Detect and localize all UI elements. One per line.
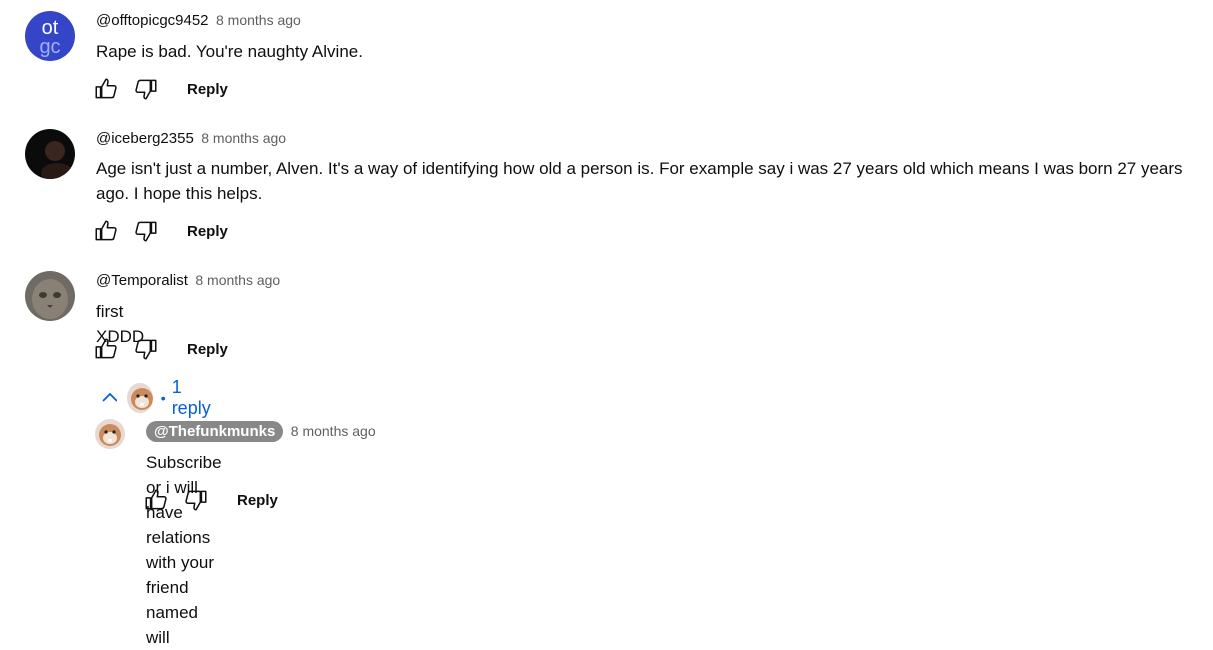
dislike-button[interactable] — [133, 73, 173, 105]
thumb-up-icon — [143, 487, 169, 513]
thumb-down-icon — [133, 336, 159, 362]
comment-header: @offtopicgc9452 8 months ago — [96, 12, 301, 30]
offtopicgc-avatar-logo: ot gc — [39, 17, 60, 58]
chipmunk-avatar-image — [131, 388, 153, 410]
channel-owner-author-chip[interactable]: @Thefunkmunks — [146, 421, 284, 442]
comment-actions: Reply — [93, 333, 228, 365]
thumb-down-icon — [183, 487, 209, 513]
comment-author[interactable]: @offtopicgc9452 — [96, 12, 209, 29]
reply-button[interactable]: Reply — [187, 341, 228, 358]
dislike-button[interactable] — [133, 215, 173, 247]
cat-avatar-image — [32, 279, 68, 319]
chevron-up-icon — [102, 392, 118, 402]
avatar[interactable] — [25, 129, 75, 179]
comment-author[interactable]: @iceberg2355 — [96, 130, 194, 147]
reply-button[interactable]: Reply — [187, 223, 228, 240]
comment-time[interactable]: 8 months ago — [216, 12, 301, 28]
comment-header: @Thefunkmunks 8 months ago — [146, 421, 376, 442]
replies-separator: • — [160, 390, 166, 406]
replies-toggle-button[interactable]: • 1 reply — [100, 377, 218, 419]
thumb-down-icon — [133, 76, 159, 102]
reply-button[interactable]: Reply — [187, 81, 228, 98]
reply-button[interactable]: Reply — [237, 492, 278, 509]
thumb-up-icon — [93, 76, 119, 102]
dislike-button[interactable] — [133, 333, 173, 365]
comment-time[interactable]: 8 months ago — [201, 130, 286, 146]
like-button[interactable] — [93, 215, 133, 247]
comment-time[interactable]: 8 months ago — [195, 272, 280, 288]
comment-author[interactable]: @Temporalist — [96, 272, 188, 289]
thumb-up-icon — [93, 218, 119, 244]
avatar[interactable] — [95, 419, 125, 449]
replies-count[interactable]: 1 reply — [172, 377, 218, 419]
dislike-button[interactable] — [183, 484, 223, 516]
comment-actions: Reply — [93, 73, 228, 105]
comment-text: Age isn't just a number, Alven. It's a w… — [96, 159, 1183, 203]
comment-header: @iceberg2355 8 months ago — [96, 130, 286, 148]
chipmunk-avatar-image — [99, 424, 121, 446]
comment-text: Subscribe or i will have relations with … — [146, 453, 222, 647]
comment-actions: Reply — [143, 484, 278, 516]
comment-time[interactable]: 8 months ago — [291, 423, 376, 439]
avatar[interactable] — [25, 271, 75, 321]
like-button[interactable] — [93, 333, 133, 365]
comment-header: @Temporalist 8 months ago — [96, 272, 280, 290]
thumb-down-icon — [133, 218, 159, 244]
like-button[interactable] — [143, 484, 183, 516]
comment-text: Rape is bad. You're naughty Alvine. — [96, 42, 363, 61]
comment-actions: Reply — [93, 215, 228, 247]
avatar[interactable]: ot gc — [25, 11, 75, 61]
thumb-up-icon — [93, 336, 119, 362]
silhouette-avatar-image — [41, 141, 73, 179]
avatar-text-bottom: gc — [39, 36, 60, 58]
like-button[interactable] — [93, 73, 133, 105]
reply-author-avatar-small — [127, 383, 153, 413]
